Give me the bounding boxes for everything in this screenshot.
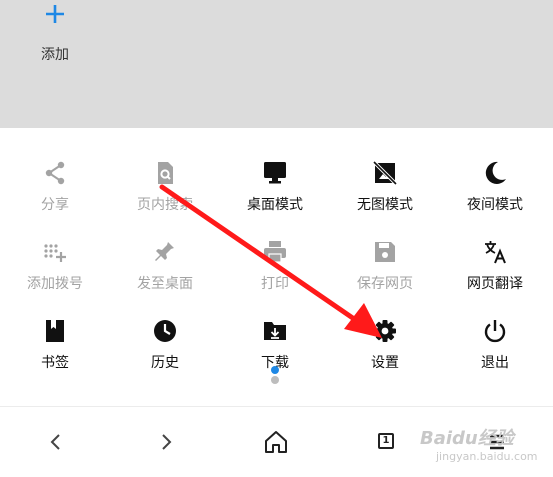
menu-label: 保存网页 (357, 276, 413, 292)
menu-item-exit[interactable]: 退出 (440, 318, 550, 388)
page-dot[interactable] (271, 376, 279, 384)
menu-item-print[interactable]: 打印 (220, 239, 330, 309)
back-button[interactable] (41, 427, 71, 457)
menu-label: 页内搜索 (137, 197, 193, 213)
menu-label: 无图模式 (357, 197, 413, 213)
watermark-brand: Baidu经验 (420, 428, 514, 449)
add-tab-button[interactable]: 添加 (22, 0, 88, 70)
menu-label: 打印 (261, 276, 289, 292)
menu-label: 历史 (151, 355, 179, 371)
menu-item-save-page[interactable]: 保存网页 (330, 239, 440, 309)
menu-item-night-mode[interactable]: 夜间模式 (440, 160, 550, 230)
menu-item-translate-page[interactable]: 网页翻译 (440, 239, 550, 309)
find-in-page-icon (158, 162, 173, 184)
chevron-left-icon (50, 434, 60, 450)
download-folder-icon (264, 322, 286, 340)
menu-label: 分享 (41, 197, 69, 213)
no-image-icon (373, 160, 397, 186)
page-indicator (266, 366, 286, 386)
moon-icon (485, 161, 506, 184)
tabs-button[interactable]: 1 (372, 427, 402, 457)
add-label: 添加 (41, 47, 69, 63)
share-icon (45, 161, 65, 185)
printer-icon (264, 241, 286, 263)
tab-count-badge: 1 (378, 433, 394, 449)
baidu-watermark: Baidu经验 jingyan.baidu.com (420, 420, 550, 464)
plus-icon (46, 5, 64, 23)
menu-item-no-image-mode[interactable]: 无图模式 (330, 160, 440, 230)
menu-label: 发至桌面 (137, 276, 193, 292)
speed-dial-icon (44, 244, 66, 262)
gear-icon (374, 320, 396, 342)
menu-label: 桌面模式 (247, 197, 303, 213)
bookmark-icon (46, 320, 64, 342)
home-button[interactable] (261, 427, 291, 457)
translate-icon (485, 241, 506, 264)
menu-label: 添加拨号 (27, 276, 83, 292)
menu-item-desktop-mode[interactable]: 桌面模式 (220, 160, 330, 230)
menu-item-bookmarks[interactable]: 书签 (0, 318, 110, 388)
chevron-right-icon (162, 434, 172, 450)
menu-item-send-to-desktop[interactable]: 发至桌面 (110, 239, 220, 309)
forward-button[interactable] (151, 427, 181, 457)
save-icon (375, 242, 395, 262)
watermark-url: jingyan.baidu.com (436, 450, 538, 463)
menu-label: 设置 (371, 355, 399, 371)
menu-item-history[interactable]: 历史 (110, 318, 220, 388)
pin-icon (155, 242, 174, 261)
tab-preview-area: 添加 (0, 0, 553, 128)
menu-label: 书签 (41, 355, 69, 371)
menu-label: 退出 (481, 355, 509, 371)
clock-icon (154, 320, 176, 342)
menu-item-find-in-page[interactable]: 页内搜索 (110, 160, 220, 230)
home-icon (265, 431, 287, 453)
menu-label: 网页翻译 (467, 276, 523, 292)
menu-item-add-speed-dial[interactable]: 添加拨号 (0, 239, 110, 309)
menu-item-share[interactable]: 分享 (0, 160, 110, 230)
monitor-icon (264, 162, 286, 184)
menu-label: 夜间模式 (467, 197, 523, 213)
page-dot-active (271, 366, 279, 374)
browser-menu-panel: 分享 页内搜索 桌面模式 无图模式 夜间模式 添加拨号 发至桌面 打印 保存网页… (0, 128, 553, 406)
menu-item-settings[interactable]: 设置 (330, 318, 440, 388)
power-icon (484, 320, 506, 343)
